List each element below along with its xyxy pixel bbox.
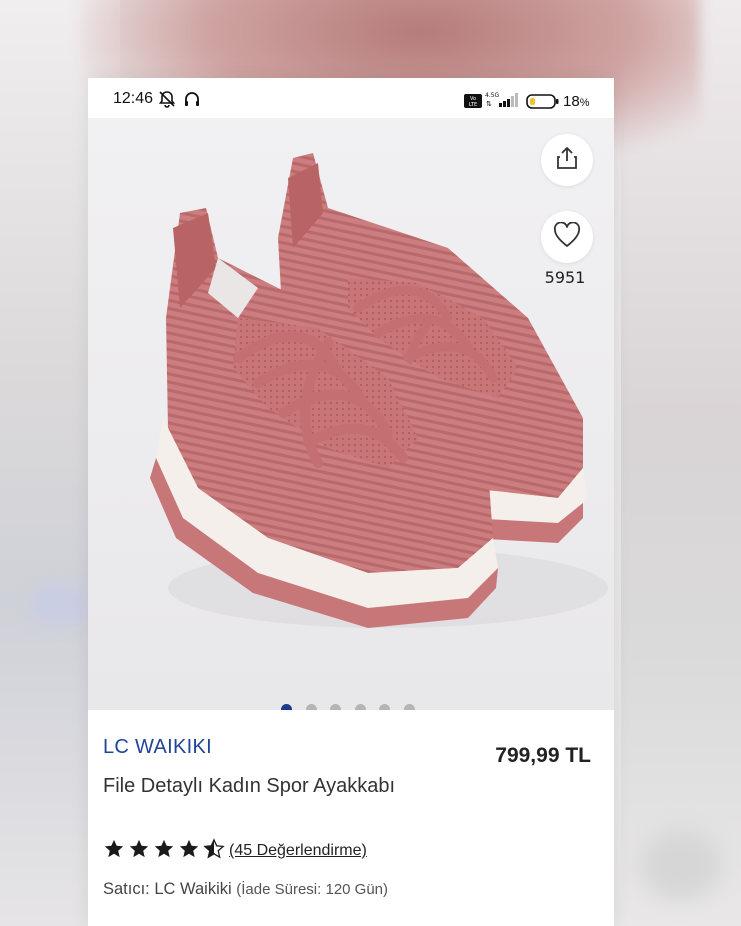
product-image (150, 153, 608, 628)
battery-icon (526, 94, 560, 114)
rating-stars[interactable] (103, 838, 225, 860)
network-type: 4.5G (485, 92, 500, 99)
product-title: File Detaylı Kadın Spor Ayakkabı (103, 775, 396, 797)
share-button[interactable] (541, 134, 593, 186)
star-full-icon (104, 839, 124, 858)
star-full-icon (129, 839, 149, 858)
svg-text:⇅: ⇅ (486, 100, 492, 108)
product-price: 799,99 TL (495, 744, 591, 767)
seller-label[interactable]: Satıcı: LC Waikiki (103, 880, 232, 898)
status-bar: 12:46 Vo LTE 4.5G ⇅ 18% (88, 78, 614, 120)
bell-muted-icon (158, 90, 176, 112)
status-time: 12:46 (113, 90, 154, 107)
svg-text:LTE: LTE (469, 102, 477, 108)
share-icon (554, 145, 580, 175)
seller-info: Satıcı: LC Waikiki (İade Süresi: 120 Gün… (103, 880, 388, 899)
volte-icon: Vo LTE (464, 93, 482, 112)
star-full-icon (154, 839, 174, 858)
heart-icon (553, 221, 581, 252)
star-half-icon (203, 838, 225, 859)
background-blob (30, 585, 90, 625)
product-image-gallery[interactable]: 5951 (88, 118, 614, 710)
favorite-button[interactable] (541, 211, 593, 263)
reviews-link[interactable]: (45 Değerlendirme) (229, 842, 367, 860)
favorite-count: 5951 (544, 268, 586, 287)
signal-icon: 4.5G ⇅ (485, 91, 521, 113)
product-screen: 12:46 Vo LTE 4.5G ⇅ 18% 5951 LC WAIKIKI … (88, 78, 614, 926)
return-period: (İade Süresi: 120 Gün) (236, 881, 389, 898)
star-full-icon (179, 839, 199, 858)
battery-percentage: 18% (563, 93, 590, 110)
product-info: LC WAIKIKI 799,99 TL File Detaylı Kadın … (88, 710, 614, 926)
background-blob (641, 830, 721, 900)
brand-link[interactable]: LC WAIKIKI (103, 736, 212, 759)
headphones-icon (183, 90, 201, 112)
